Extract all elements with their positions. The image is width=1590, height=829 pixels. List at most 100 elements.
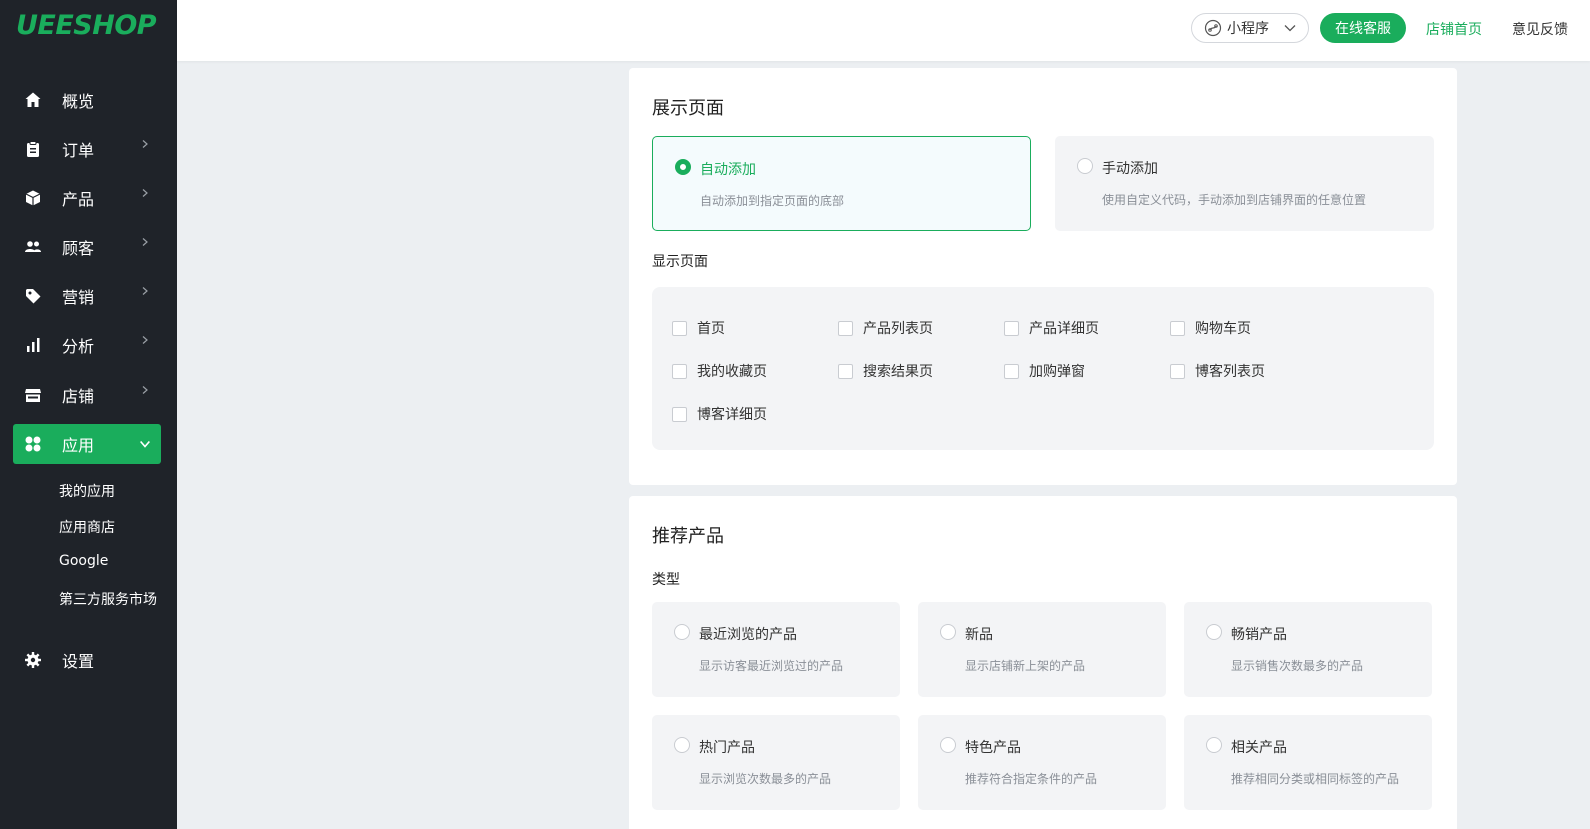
sidebar-item-overview[interactable]: 概览 — [13, 80, 161, 120]
option-title: 新品 — [965, 627, 993, 643]
checkbox-label: 产品列表页 — [863, 321, 933, 337]
checkbox-label: 加购弹窗 — [1029, 364, 1085, 380]
radio-icon — [940, 737, 956, 753]
sidebar-item-customers[interactable]: 顾客 — [13, 227, 161, 267]
type-label: 类型 — [652, 572, 680, 588]
checkbox-label: 博客列表页 — [1195, 364, 1265, 380]
sub-item-third-party-market[interactable]: 第三方服务市场 — [59, 589, 157, 609]
sidebar-item-marketing[interactable]: 营销 — [13, 276, 161, 316]
checkbox-icon — [1170, 320, 1185, 336]
sub-item-my-apps[interactable]: 我的应用 — [59, 481, 115, 501]
sidebar-item-label: 设置 — [62, 652, 95, 671]
feedback-link[interactable]: 意见反馈 — [1512, 19, 1568, 39]
checkbox-icon — [1004, 363, 1019, 379]
type-related[interactable]: 相关产品 推荐相同分类或相同标签的产品 — [1184, 715, 1432, 810]
sub-item-app-store[interactable]: 应用商店 — [59, 517, 115, 537]
checkbox-label: 首页 — [697, 321, 725, 337]
mini-program-label: 小程序 — [1227, 21, 1269, 37]
radio-icon — [1077, 158, 1093, 174]
checkbox-blog-list[interactable]: 博客列表页 — [1170, 361, 1265, 381]
chevron-right-icon — [142, 238, 148, 246]
checkbox-add-cart-popup[interactable]: 加购弹窗 — [1004, 361, 1085, 381]
clipboard-icon — [22, 138, 44, 160]
option-desc: 显示访客最近浏览过的产品 — [699, 659, 844, 673]
checkbox-icon — [672, 320, 687, 336]
mini-program-select[interactable]: 小程序 — [1191, 13, 1309, 43]
tag-icon — [22, 285, 44, 307]
checkbox-label: 我的收藏页 — [697, 364, 767, 380]
sidebar-item-label: 概览 — [62, 92, 95, 111]
auto-add-option[interactable]: 自动添加 自动添加到指定页面的底部 — [652, 136, 1031, 231]
online-service-button[interactable]: 在线客服 — [1320, 13, 1406, 43]
option-desc: 显示销售次数最多的产品 — [1231, 659, 1364, 673]
type-best-sellers[interactable]: 畅销产品 显示销售次数最多的产品 — [1184, 602, 1432, 697]
option-desc: 自动添加到指定页面的底部 — [700, 194, 845, 208]
sidebar: UEESHOP 概览 订单 产品 顾客 营销 分析 店铺 应用 我的应用 应用商… — [0, 0, 177, 829]
bar-chart-icon — [22, 334, 44, 356]
sidebar-item-orders[interactable]: 订单 — [13, 129, 161, 169]
option-desc: 显示浏览次数最多的产品 — [699, 772, 832, 786]
checkbox-label: 博客详细页 — [697, 407, 767, 423]
checkbox-label: 购物车页 — [1195, 321, 1251, 337]
type-featured[interactable]: 特色产品 推荐符合指定条件的产品 — [918, 715, 1166, 810]
apps-icon — [22, 433, 44, 455]
sidebar-item-label: 应用 — [62, 436, 95, 455]
chevron-right-icon — [142, 140, 148, 148]
manual-add-option[interactable]: 手动添加 使用自定义代码，手动添加到店铺界面的任意位置 — [1055, 136, 1434, 231]
type-new-arrivals[interactable]: 新品 显示店铺新上架的产品 — [918, 602, 1166, 697]
sidebar-item-apps[interactable]: 应用 — [13, 424, 161, 464]
option-title: 畅销产品 — [1231, 627, 1287, 643]
checkbox-icon — [672, 406, 687, 422]
checkbox-icon — [1170, 363, 1185, 379]
recommend-products-card: 推荐产品 类型 最近浏览的产品 显示访客最近浏览过的产品 新品 显示店铺新上架的… — [629, 496, 1457, 829]
option-desc: 推荐符合指定条件的产品 — [965, 772, 1098, 786]
radio-icon — [1206, 737, 1222, 753]
mini-program-icon — [1204, 19, 1222, 37]
checkbox-product-list[interactable]: 产品列表页 — [838, 318, 933, 338]
option-title: 手动添加 — [1102, 161, 1158, 177]
option-desc: 显示店铺新上架的产品 — [965, 659, 1086, 673]
ueeshop-logo[interactable]: UEESHOP — [16, 10, 157, 41]
option-title: 自动添加 — [700, 162, 756, 178]
chevron-right-icon — [142, 189, 148, 197]
pages-label: 显示页面 — [652, 254, 708, 270]
type-recently-viewed[interactable]: 最近浏览的产品 显示访客最近浏览过的产品 — [652, 602, 900, 697]
sub-item-google[interactable]: Google — [59, 553, 108, 569]
radio-icon — [1206, 624, 1222, 640]
radio-checked-icon — [675, 159, 691, 175]
sidebar-item-analytics[interactable]: 分析 — [13, 325, 161, 365]
sidebar-item-products[interactable]: 产品 — [13, 178, 161, 218]
option-title: 最近浏览的产品 — [699, 627, 797, 643]
checkbox-favorites[interactable]: 我的收藏页 — [672, 361, 767, 381]
radio-icon — [674, 737, 690, 753]
option-title: 特色产品 — [965, 740, 1021, 756]
checkbox-product-detail[interactable]: 产品详细页 — [1004, 318, 1099, 338]
option-desc: 推荐相同分类或相同标签的产品 — [1231, 772, 1400, 786]
checkbox-cart[interactable]: 购物车页 — [1170, 318, 1251, 338]
home-icon — [22, 89, 44, 111]
chevron-down-icon — [140, 440, 150, 448]
checkbox-label: 产品详细页 — [1029, 321, 1099, 337]
option-desc: 使用自定义代码，手动添加到店铺界面的任意位置 — [1102, 193, 1367, 207]
sidebar-item-settings[interactable]: 设置 — [13, 640, 161, 680]
sidebar-item-label: 分析 — [62, 337, 95, 356]
sidebar-item-store[interactable]: 店铺 — [13, 375, 161, 415]
checkbox-home[interactable]: 首页 — [672, 318, 725, 338]
box-icon — [22, 187, 44, 209]
users-icon — [22, 236, 44, 258]
gear-icon — [22, 649, 44, 671]
checkbox-icon — [1004, 320, 1019, 336]
radio-icon — [674, 624, 690, 640]
store-home-link[interactable]: 店铺首页 — [1426, 19, 1482, 39]
checkbox-blog-detail[interactable]: 博客详细页 — [672, 404, 767, 424]
checkbox-icon — [838, 363, 853, 379]
sidebar-item-label: 订单 — [62, 141, 95, 160]
chevron-right-icon — [142, 336, 148, 344]
checkbox-icon — [838, 320, 853, 336]
option-title: 相关产品 — [1231, 740, 1287, 756]
sidebar-item-label: 产品 — [62, 190, 95, 209]
type-popular[interactable]: 热门产品 显示浏览次数最多的产品 — [652, 715, 900, 810]
pages-checkbox-panel: 首页 产品列表页 产品详细页 购物车页 我的收藏页 搜索结果页 加购弹窗 博客列… — [652, 287, 1434, 450]
radio-icon — [940, 624, 956, 640]
checkbox-search-results[interactable]: 搜索结果页 — [838, 361, 933, 381]
